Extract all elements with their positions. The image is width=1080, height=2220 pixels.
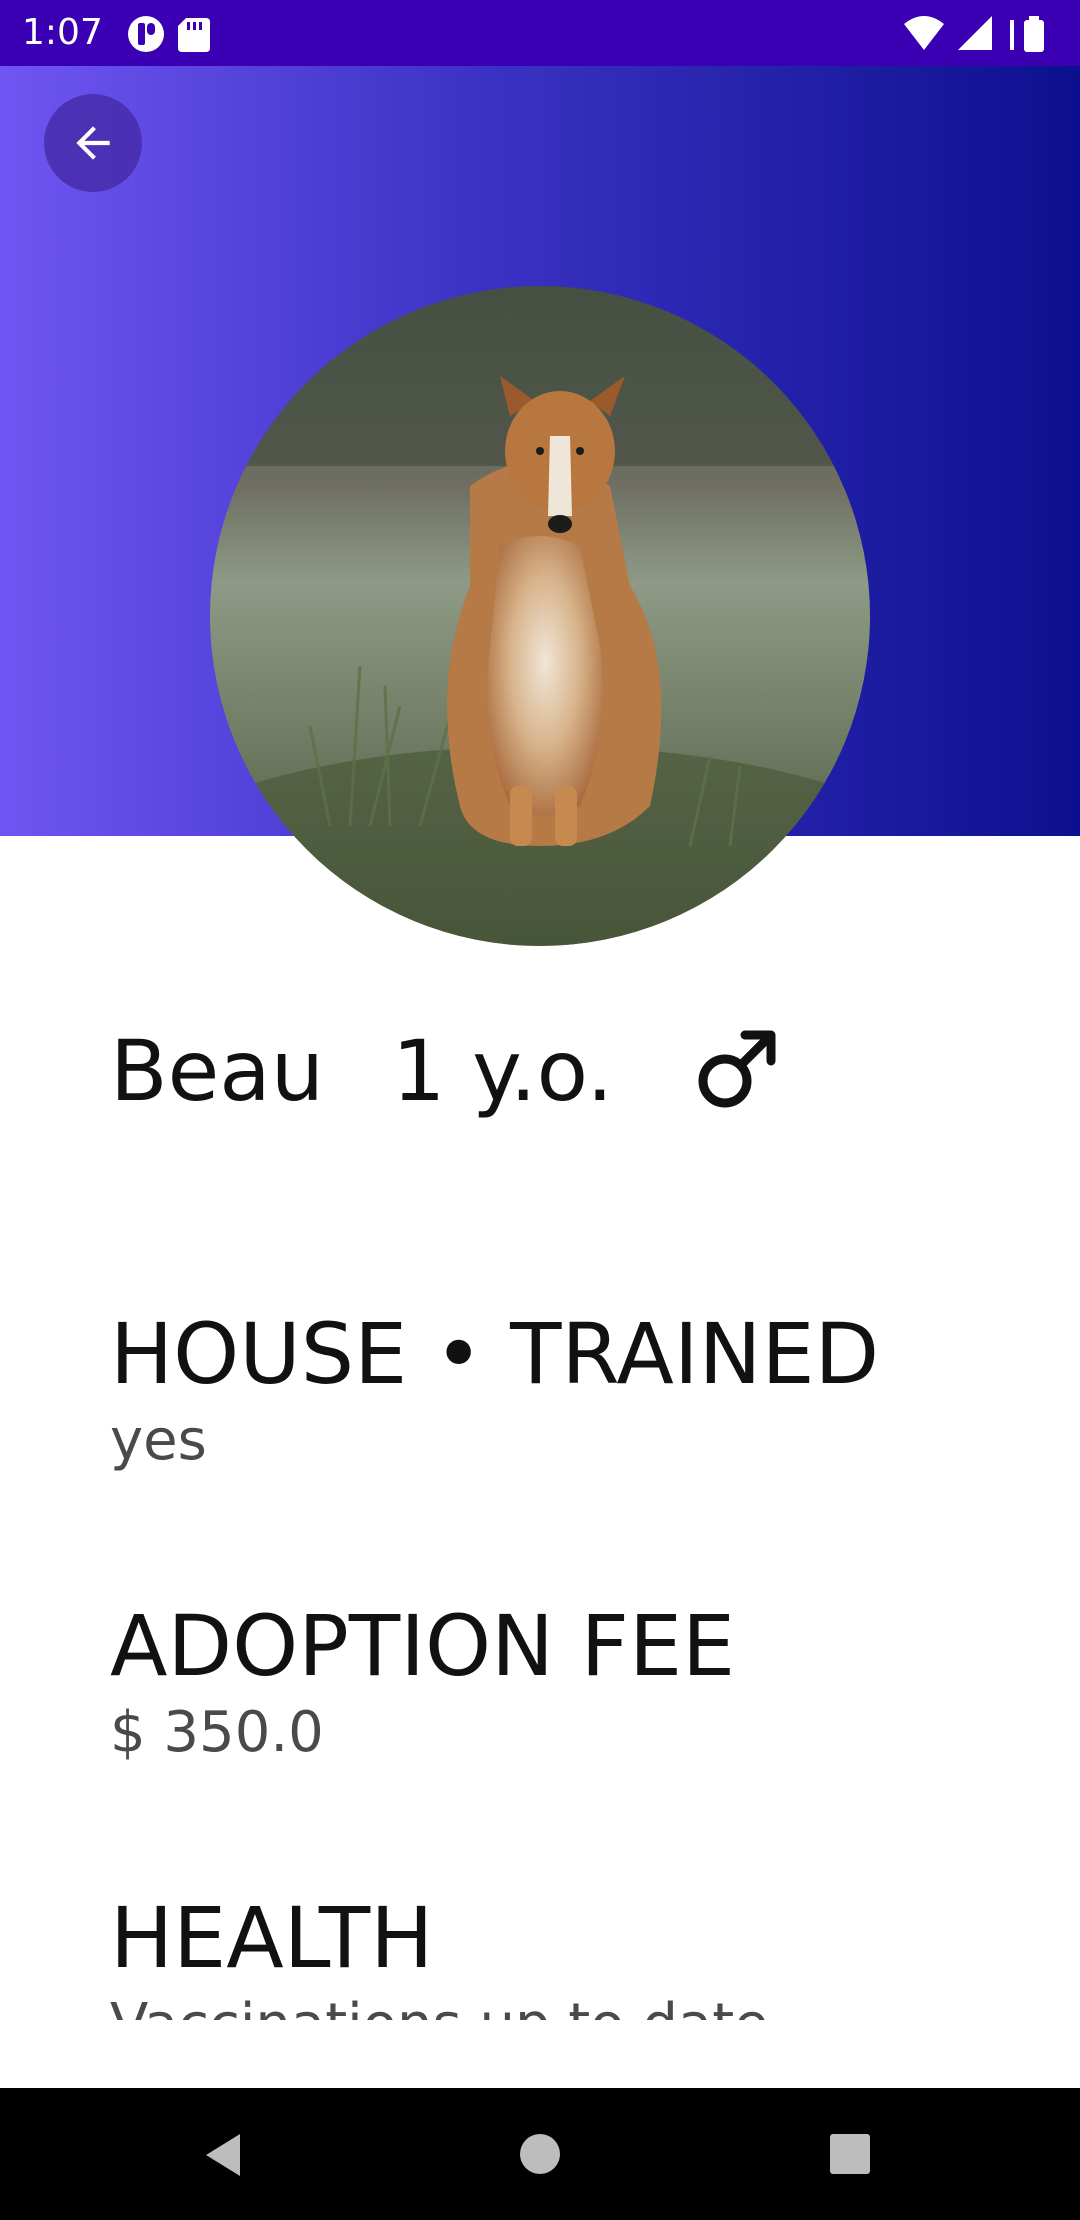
dog-illustration <box>210 286 870 946</box>
status-left-icons <box>126 14 236 59</box>
house-trained-label: HOUSE • TRAINED <box>110 1305 880 1403</box>
status-bar: 1:07 <box>0 0 1080 66</box>
house-trained-section: HOUSE • TRAINED yes <box>110 1306 879 1476</box>
house-trained-value: yes <box>110 1408 207 1473</box>
wifi-icon <box>904 16 944 50</box>
navigation-bar <box>0 2088 1080 2220</box>
sd-card-icon <box>178 18 210 52</box>
arrow-back-icon <box>76 126 110 160</box>
status-time: 1:07 <box>22 12 103 53</box>
pet-age: 1 y.o. <box>392 1022 614 1120</box>
health-label: HEALTH <box>110 1890 434 1987</box>
health-section: HEALTH Vaccinations up to date <box>110 1890 769 2020</box>
pet-header: Beau 1 y.o. <box>110 1016 777 1126</box>
notification-icons <box>128 16 210 52</box>
p-app-icon <box>128 16 164 52</box>
home-circle-icon[interactable] <box>516 2130 564 2178</box>
status-right-icons <box>902 14 1062 59</box>
pet-name: Beau <box>110 1022 325 1120</box>
recents-square-icon[interactable] <box>828 2132 872 2176</box>
health-value: Vaccinations up to date <box>110 1990 769 2020</box>
adoption-fee-label: ADOPTION FEE <box>110 1597 736 1695</box>
battery-icon <box>1024 20 1044 52</box>
male-symbol-icon <box>693 1029 777 1113</box>
cell-signal-icon <box>958 16 992 50</box>
back-button[interactable] <box>44 94 142 192</box>
adoption-fee-section: ADOPTION FEE $ 350.0 <box>110 1598 735 1768</box>
adoption-fee-value: $ 350.0 <box>110 1700 324 1765</box>
back-triangle-icon[interactable] <box>200 2130 248 2180</box>
system-status-icons <box>904 16 1044 52</box>
pet-photo <box>210 286 870 946</box>
